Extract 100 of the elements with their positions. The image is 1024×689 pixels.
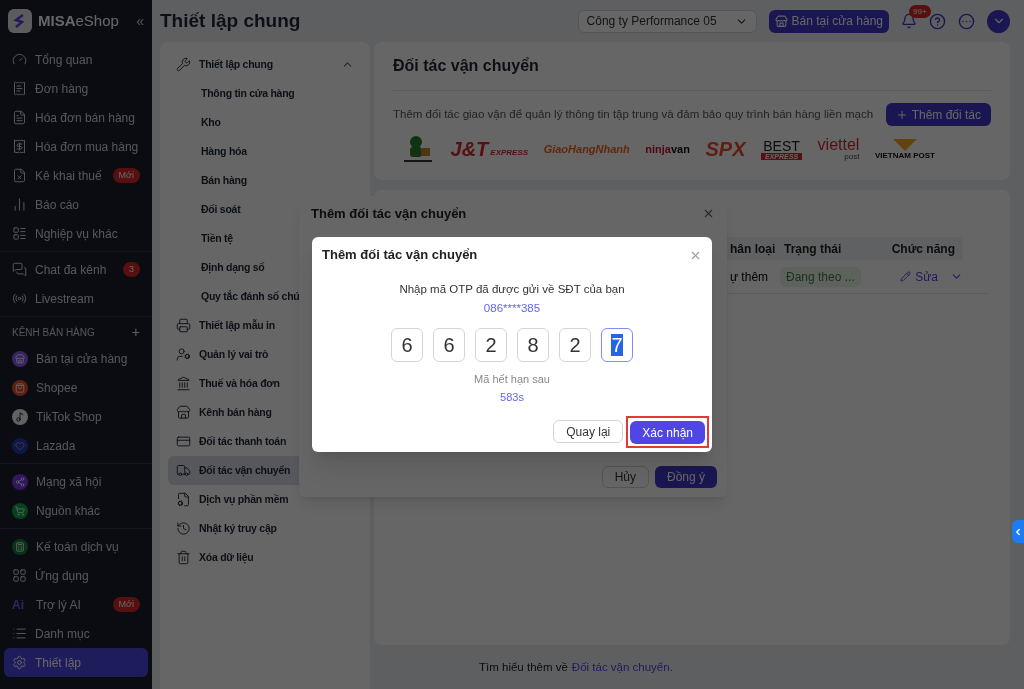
column-header: Trạng thái (783, 240, 843, 258)
sidebar-label: Trợ lý AI (36, 596, 82, 614)
list-icon (12, 626, 27, 641)
sidebar-item[interactable]: Kế toán dịch vụ (4, 532, 148, 561)
building-icon (176, 376, 191, 391)
settings-nav-item[interactable]: Xóa dữ liệu (168, 543, 362, 572)
sidebar-item[interactable]: Livestream (4, 284, 148, 313)
sidebar-label: Nghiệp vụ khác (35, 225, 119, 243)
side-panel-toggle[interactable] (1012, 520, 1024, 543)
sidebar-item[interactable]: Kê khai thuế Mới (4, 161, 148, 190)
sidebar-item[interactable]: Tổng quan (4, 45, 148, 74)
calculator-icon (12, 538, 28, 555)
settings-nav-subitem[interactable]: Thông tin cửa hàng (168, 79, 362, 108)
settings-nav-subitem[interactable]: Bán hàng (168, 166, 362, 195)
settings-nav-item[interactable]: Thiết lập chung (168, 50, 362, 79)
sidebar-item[interactable]: Mạng xã hội (4, 467, 148, 496)
settings-nav-subitem[interactable]: Kho (168, 108, 362, 137)
music-note-icon (12, 408, 28, 425)
settings-icon (12, 655, 27, 670)
store-sales-button[interactable]: Bán tại cửa hàng (768, 9, 889, 33)
cancel-button[interactable]: Hủy (601, 466, 649, 488)
sidebar-item[interactable]: Thiết lập (4, 648, 148, 677)
settings-nav-item[interactable]: Nhật ký truy cập (168, 514, 362, 543)
grid-icon (12, 568, 27, 583)
sidebar-item[interactable]: Bán tại cửa hàng (4, 344, 148, 373)
sidebar-item[interactable]: Nguồn khác (4, 496, 148, 525)
settings-nav-item[interactable]: Thuế và hóa đơn (168, 369, 362, 398)
receipt-icon (12, 81, 27, 96)
close-icon[interactable] (702, 207, 715, 220)
notification-bell-icon[interactable] (901, 13, 917, 29)
courier-mascot-logo (401, 134, 435, 164)
edit-link[interactable]: Sửa (900, 267, 938, 286)
settings-nav-item[interactable]: Quản lý vai trò (168, 340, 362, 369)
sidebar-item[interactable]: Lazada (4, 431, 148, 460)
sidebar-item[interactable]: Danh mục (4, 619, 148, 648)
sidebar-label: Chat đa kênh (35, 261, 108, 279)
otp-digit-field[interactable]: 2 (475, 327, 507, 362)
sidebar-label: Bán tại cửa hàng (36, 350, 129, 368)
settings-nav-item[interactable]: Kênh bán hàng (168, 398, 362, 427)
logo: J&TEXPRESS (450, 139, 529, 159)
sidebar-item[interactable]: Shopee (4, 373, 148, 402)
printer-icon (176, 318, 191, 333)
trash-icon (176, 550, 191, 565)
sidebar-item[interactable]: Báo cáo (4, 190, 148, 219)
otp-digit-field[interactable]: 6 (433, 327, 465, 362)
sidebar-label: TikTok Shop (36, 408, 103, 426)
settings-nav-item[interactable]: Thiết lập mẫu in (168, 311, 362, 340)
store-icon (774, 14, 788, 28)
more-icon[interactable] (958, 12, 975, 30)
receipt-icon (12, 139, 27, 154)
count-badge: 3 (123, 262, 140, 277)
count-badge: Mới (112, 597, 140, 612)
account-menu-button[interactable] (987, 9, 1010, 33)
sidebar-item[interactable]: Ứng dụng (4, 561, 148, 590)
sidebar-label: Nguồn khác (36, 502, 102, 520)
otp-digit-field[interactable]: 2 (559, 327, 591, 362)
footer-link[interactable]: Đối tác vận chuyển. (571, 659, 673, 677)
description-text: Thêm đối tác giao vận để quản lý thông tin tập trung và đảm bảo quy trình bán hàng liền mạch (393, 106, 874, 122)
sidebar-item[interactable]: Hóa đơn mua hàng (4, 132, 148, 161)
section-heading: KÊNH BÁN HÀNG (12, 325, 95, 340)
bar-chart-icon (12, 197, 27, 212)
otp-digit-field[interactable]: 8 (517, 327, 549, 362)
store-icon (176, 405, 191, 420)
sidebar-label: Thiết lập (35, 654, 83, 672)
sidebar-label: Tổng quan (35, 51, 94, 69)
sidebar-item[interactable]: Nghiệp vụ khác (4, 219, 148, 248)
company-select[interactable]: Công ty Performance 05 (577, 9, 757, 33)
sidebar-item[interactable]: Ai Trợ lý AI Mới (4, 590, 148, 619)
sidebar-item[interactable]: Hóa đơn bán hàng (4, 103, 148, 132)
list-icon (12, 226, 27, 241)
help-icon[interactable] (929, 12, 946, 30)
bag-icon (12, 379, 28, 396)
settings-nav-item[interactable]: Dịch vụ phần mềm (168, 485, 362, 514)
add-channel-button[interactable]: + (131, 321, 140, 343)
confirm-button[interactable]: Xác nhận (630, 421, 705, 444)
column-header: hân loại (730, 240, 777, 258)
document-icon (12, 168, 27, 183)
settings-nav-subitem[interactable]: Hàng hóa (168, 137, 362, 166)
sidebar-label: Ứng dụng (35, 567, 90, 585)
chevron-left-icon (1013, 526, 1023, 537)
settings-nav-item[interactable]: Đối tác thanh toán (168, 427, 362, 456)
collapse-button[interactable]: « (136, 10, 144, 32)
sidebar-label: Báo cáo (35, 196, 81, 214)
sidebar-label: Lazada (36, 437, 77, 455)
sidebar-label: Danh mục (35, 625, 91, 643)
countdown-text: 583s (500, 390, 524, 405)
sidebar-label: Hóa đơn mua hàng (35, 138, 140, 156)
sidebar-item[interactable]: Đơn hàng (4, 74, 148, 103)
ok-button[interactable]: Đồng ý (654, 466, 717, 488)
cart-icon (12, 502, 28, 519)
notification-badge: 99+ (909, 5, 931, 18)
add-partner-button[interactable]: Thêm đối tác (885, 103, 991, 126)
sidebar-item[interactable]: TikTok Shop (4, 402, 148, 431)
page-title: Thiết lập chung (160, 8, 301, 33)
back-button[interactable]: Quay lại (553, 420, 624, 444)
sidebar-item[interactable]: Chat đa kênh 3 (4, 255, 148, 284)
otp-digit-field[interactable]: 7 (601, 327, 633, 362)
logo: SPX (705, 137, 746, 162)
user-gear-icon (176, 347, 191, 362)
otp-digit-field[interactable]: 6 (391, 327, 423, 362)
